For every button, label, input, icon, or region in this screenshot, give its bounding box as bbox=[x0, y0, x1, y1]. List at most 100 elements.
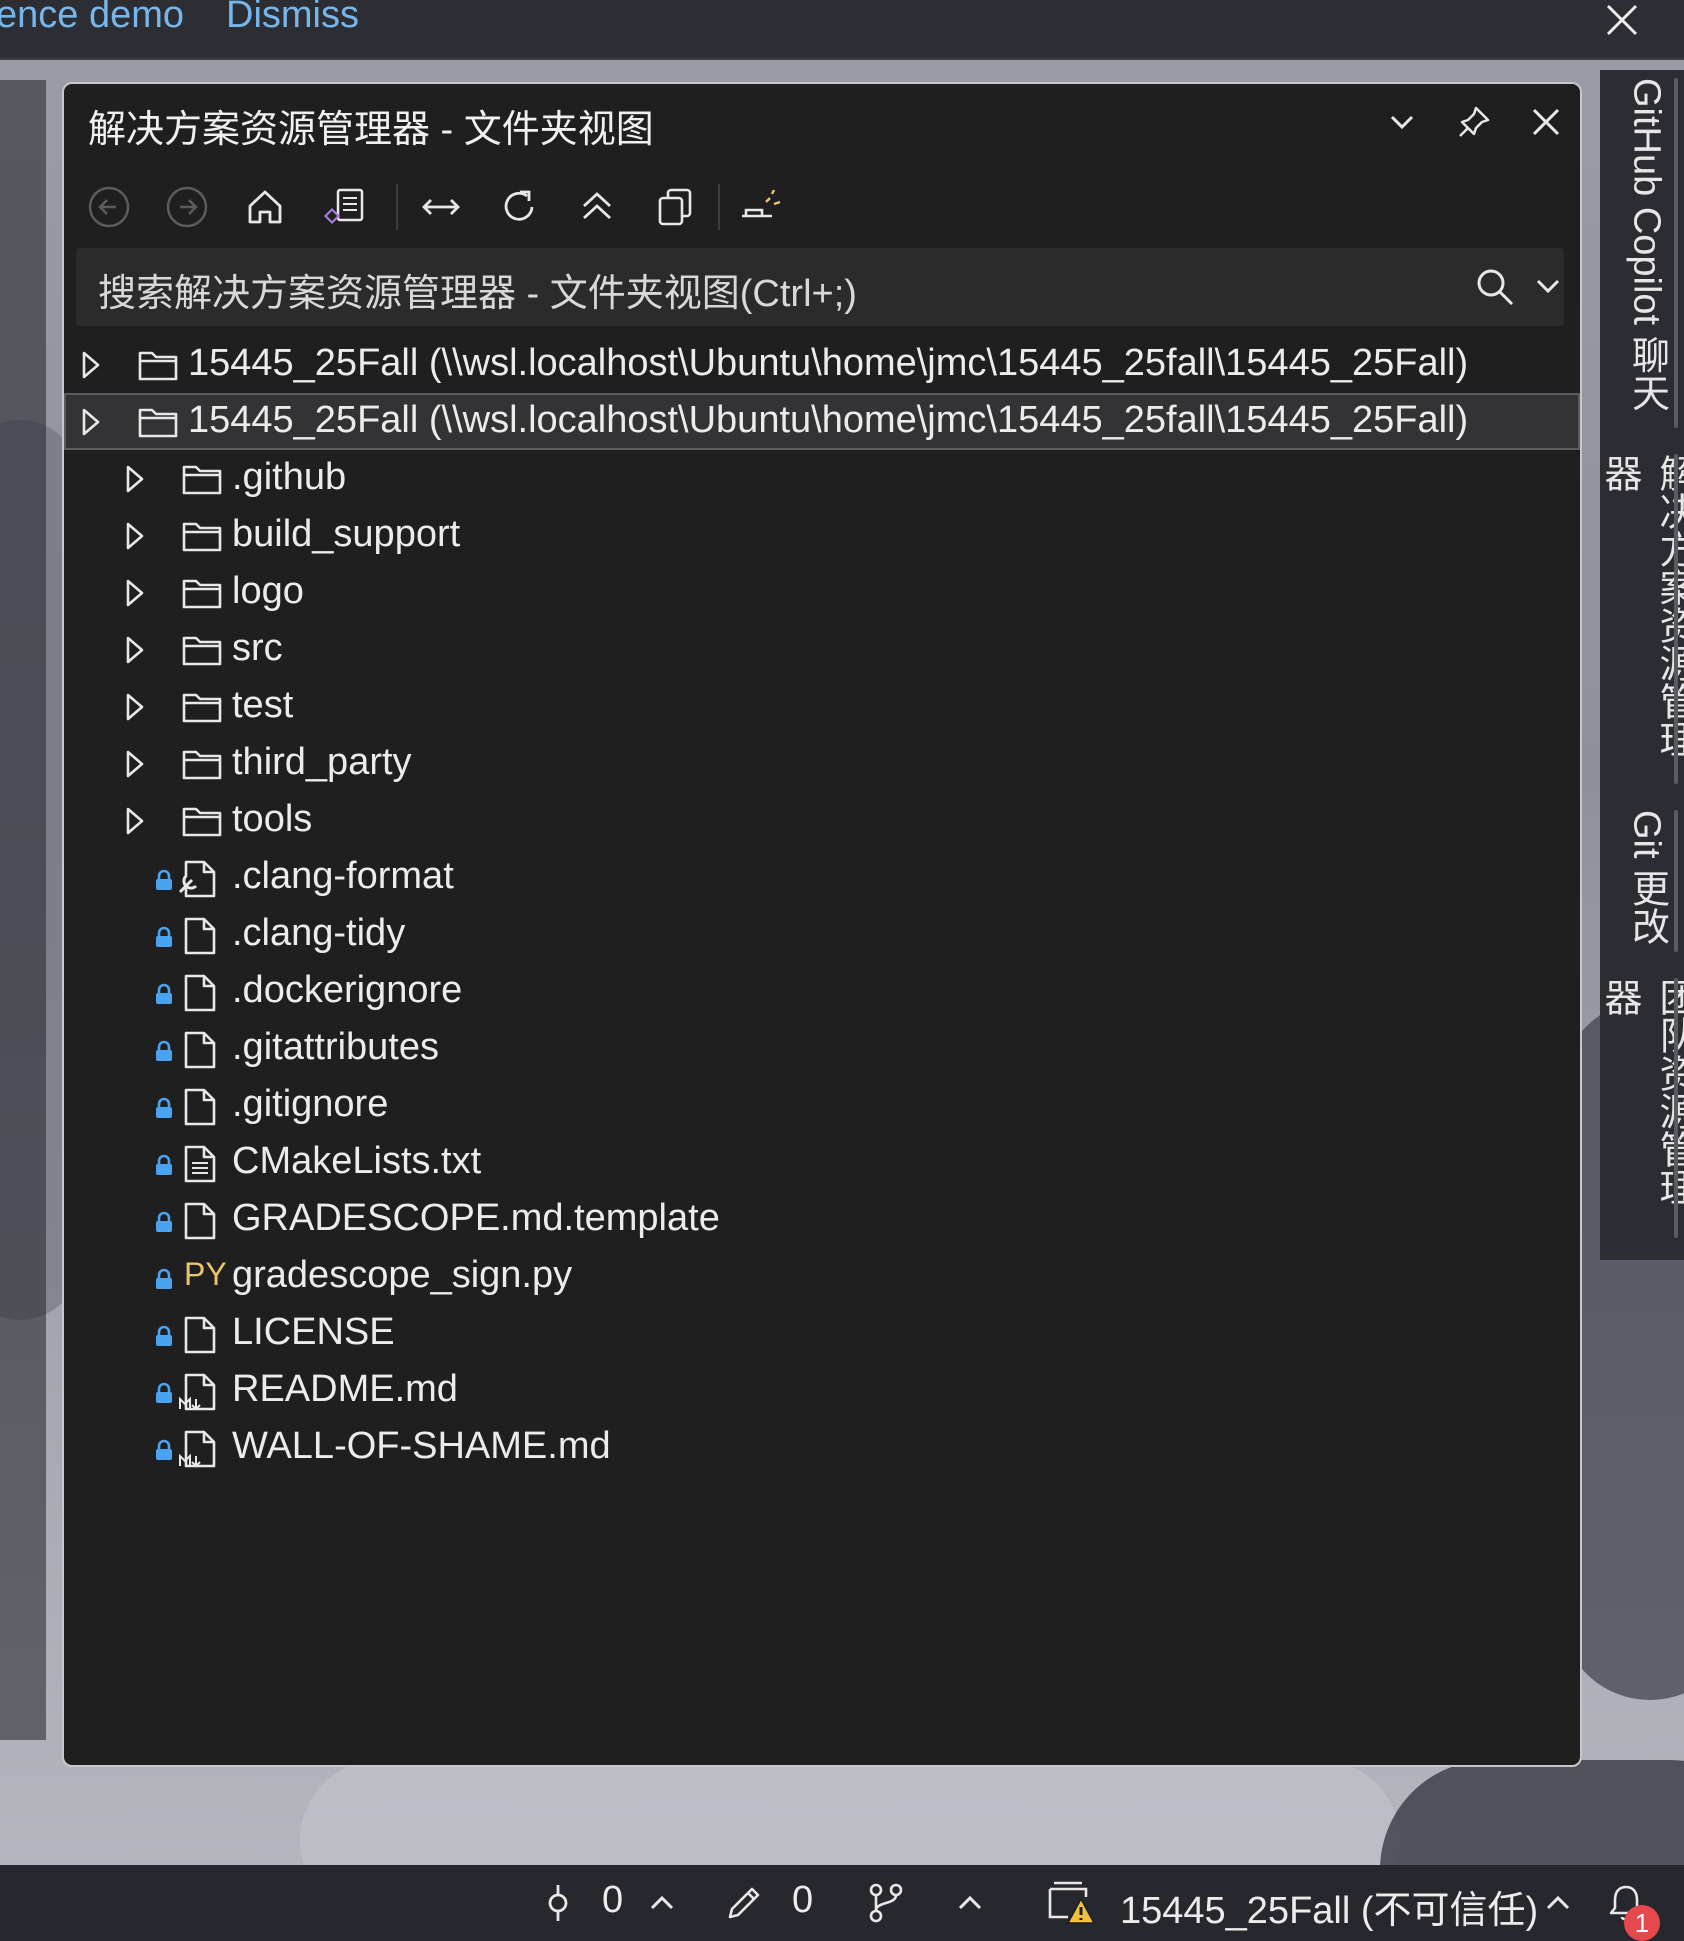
info-bar-link[interactable]: ence demo bbox=[0, 0, 184, 37]
back-icon[interactable] bbox=[84, 182, 134, 232]
tree-folder-row[interactable]: .github bbox=[64, 450, 1580, 507]
solution-explorer-panel: 解决方案资源管理器 - 文件夹视图 搜索解决方案资源管理器 - 文件夹视图(Ct… bbox=[62, 82, 1582, 1767]
tab-solution-explorer[interactable]: 解决方案资源管理器 bbox=[1598, 454, 1684, 784]
tree-file-row[interactable]: .gitattributes bbox=[64, 1020, 1580, 1077]
repo-warning-icon[interactable] bbox=[1046, 1877, 1096, 1927]
tree-file-row[interactable]: LICENSE bbox=[64, 1305, 1580, 1362]
folder-icon bbox=[182, 522, 222, 552]
tree-file-row[interactable]: .clang-format bbox=[64, 849, 1580, 906]
tree-item-label: CMakeLists.txt bbox=[232, 1140, 482, 1182]
info-bar: ence demo Dismiss bbox=[0, 0, 1684, 60]
repo-name[interactable]: 15445_25Fall (不可信任) bbox=[1120, 1879, 1538, 1934]
refresh-icon[interactable] bbox=[494, 182, 544, 232]
tree-file-row[interactable]: README.md bbox=[64, 1362, 1580, 1419]
tree-file-row[interactable]: .gitignore bbox=[64, 1077, 1580, 1134]
markdown-file-icon bbox=[179, 1373, 216, 1411]
expand-arrow-icon[interactable] bbox=[124, 464, 146, 494]
tree-item-label: .github bbox=[232, 456, 347, 498]
panel-toolbar bbox=[64, 168, 1580, 244]
tree-item-label: .clang-format bbox=[232, 855, 454, 897]
tab-label: Git 更改 bbox=[1625, 810, 1668, 946]
tree-folder-row[interactable]: tools bbox=[64, 792, 1580, 849]
expand-arrow-icon[interactable] bbox=[124, 806, 146, 836]
switch-views-icon[interactable] bbox=[318, 182, 368, 232]
folder-icon bbox=[182, 579, 222, 609]
tree-item-label: third_party bbox=[232, 741, 412, 783]
sync-icon[interactable] bbox=[416, 182, 466, 232]
chevron-down-icon[interactable] bbox=[1530, 268, 1566, 304]
tab-team-explorer[interactable]: 团队资源管理器 bbox=[1598, 978, 1684, 1238]
tree-item-label: .clang-tidy bbox=[232, 912, 406, 954]
preview-icon[interactable] bbox=[736, 182, 786, 232]
tree-item-label: gradescope_sign.py bbox=[232, 1254, 573, 1296]
copy-icon[interactable] bbox=[650, 182, 700, 232]
changes-count[interactable]: 0 bbox=[792, 1879, 813, 1922]
tree-item-label: .dockerignore bbox=[232, 969, 463, 1011]
tree-file-row[interactable]: .dockerignore bbox=[64, 963, 1580, 1020]
tree-folder-row[interactable]: build_support bbox=[64, 507, 1580, 564]
expand-arrow-icon[interactable] bbox=[80, 407, 102, 437]
tree-item-label: README.md bbox=[232, 1368, 458, 1410]
tree-file-row[interactable]: CMakeLists.txt bbox=[64, 1134, 1580, 1191]
tree-item-label: GRADESCOPE.md.template bbox=[232, 1197, 720, 1239]
commit-icon[interactable] bbox=[536, 1881, 580, 1925]
expand-arrow-icon[interactable] bbox=[124, 749, 146, 779]
search-icon[interactable] bbox=[1472, 264, 1518, 310]
pencil-icon[interactable] bbox=[722, 1881, 766, 1925]
tree-file-row[interactable]: PY gradescope_sign.py bbox=[64, 1248, 1580, 1305]
commit-count[interactable]: 0 bbox=[602, 1879, 623, 1922]
tree-item-label: WALL-OF-SHAME.md bbox=[232, 1425, 611, 1467]
status-bar: 0 0 15445_25Fall (不可信任) 1 bbox=[0, 1865, 1684, 1941]
tree-folder-row[interactable]: src bbox=[64, 621, 1580, 678]
tree-folder-row[interactable]: test bbox=[64, 678, 1580, 735]
file-icon bbox=[184, 917, 216, 955]
expand-arrow-icon[interactable] bbox=[124, 578, 146, 608]
close-icon[interactable] bbox=[1526, 102, 1566, 142]
folder-icon bbox=[182, 807, 222, 837]
chevron-up-icon[interactable] bbox=[640, 1881, 684, 1925]
home-icon[interactable] bbox=[240, 182, 290, 232]
chevron-down-icon[interactable] bbox=[1382, 102, 1422, 142]
folder-icon bbox=[182, 693, 222, 723]
lock-icon bbox=[156, 869, 172, 890]
lock-icon bbox=[156, 1325, 172, 1346]
file-icon bbox=[184, 1088, 216, 1126]
close-icon[interactable] bbox=[1600, 0, 1644, 44]
collapse-all-icon[interactable] bbox=[572, 182, 622, 232]
file-icon bbox=[184, 974, 216, 1012]
folder-icon bbox=[182, 636, 222, 666]
tab-label: 团队资源管理器 bbox=[1598, 978, 1684, 1206]
tree-file-row[interactable]: WALL-OF-SHAME.md bbox=[64, 1419, 1580, 1476]
file-icon bbox=[184, 1202, 216, 1240]
expand-arrow-icon[interactable] bbox=[124, 635, 146, 665]
python-file-icon: PY bbox=[184, 1256, 227, 1292]
pin-icon[interactable] bbox=[1454, 102, 1494, 142]
expand-arrow-icon[interactable] bbox=[80, 350, 102, 380]
lock-icon bbox=[156, 1268, 172, 1289]
tree-item-label: tools bbox=[232, 798, 313, 840]
tree-folder-row[interactable]: logo bbox=[64, 564, 1580, 621]
lock-icon bbox=[156, 1211, 172, 1232]
tab-git-changes[interactable]: Git 更改 bbox=[1600, 810, 1684, 952]
search-box[interactable]: 搜索解决方案资源管理器 - 文件夹视图(Ctrl+;) bbox=[76, 248, 1564, 326]
text-file-icon bbox=[184, 1145, 216, 1183]
chevron-up-icon[interactable] bbox=[948, 1881, 992, 1925]
tree-folder-row[interactable]: third_party bbox=[64, 735, 1580, 792]
notification-badge: 1 bbox=[1624, 1905, 1660, 1941]
tab-copilot-chat[interactable]: GitHub Copilot 聊天 bbox=[1600, 78, 1684, 428]
chevron-up-icon[interactable] bbox=[1536, 1881, 1580, 1925]
expand-arrow-icon[interactable] bbox=[124, 521, 146, 551]
tab-label: 解决方案资源管理器 bbox=[1598, 454, 1684, 758]
forward-icon[interactable] bbox=[162, 182, 212, 232]
dismiss-link[interactable]: Dismiss bbox=[226, 0, 359, 37]
branch-icon[interactable] bbox=[864, 1881, 908, 1925]
lock-icon bbox=[156, 926, 172, 947]
tree-item-label: .gitignore bbox=[232, 1083, 389, 1125]
markdown-file-icon bbox=[179, 1430, 216, 1468]
folder-icon bbox=[182, 750, 222, 780]
tree-file-row[interactable]: .clang-tidy bbox=[64, 906, 1580, 963]
expand-arrow-icon[interactable] bbox=[124, 692, 146, 722]
tree-file-row[interactable]: GRADESCOPE.md.template bbox=[64, 1191, 1580, 1248]
tree-root-row[interactable]: 15445_25Fall (\\wsl.localhost\Ubuntu\hom… bbox=[64, 336, 1580, 393]
tree-root-row[interactable]: 15445_25Fall (\\wsl.localhost\Ubuntu\hom… bbox=[64, 393, 1580, 450]
